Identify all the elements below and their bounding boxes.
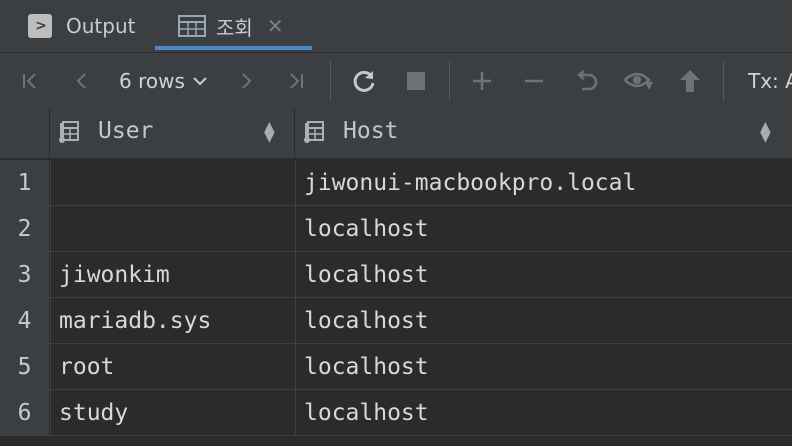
- row-number: 5: [0, 344, 49, 389]
- row-number: 4: [0, 298, 49, 343]
- first-page-button[interactable]: [16, 53, 44, 108]
- cell-user[interactable]: jiwonkim: [50, 252, 295, 297]
- terminal-icon: >: [28, 14, 52, 38]
- submit-button[interactable]: [674, 53, 706, 108]
- table-row[interactable]: 5 root localhost: [0, 344, 792, 390]
- delete-row-button[interactable]: [518, 53, 550, 108]
- stop-icon: [407, 71, 425, 90]
- cell-host[interactable]: localhost: [295, 344, 792, 389]
- active-tab-indicator: [155, 46, 312, 50]
- preview-changes-button[interactable]: [620, 53, 658, 108]
- row-number: 3: [0, 252, 49, 297]
- toolbar: 6 rows Tx: A: [0, 53, 792, 109]
- tx-mode-dropdown[interactable]: Tx: A: [748, 53, 792, 108]
- last-page-button[interactable]: [282, 53, 310, 108]
- rows-label: 6 rows: [119, 68, 185, 93]
- first-page-icon: [23, 72, 36, 89]
- column-name-host: Host: [343, 118, 399, 144]
- sort-icon[interactable]: ▲ ▼: [264, 120, 275, 144]
- cell-host[interactable]: localhost: [295, 298, 792, 343]
- next-page-button[interactable]: [232, 53, 260, 108]
- tab-bar: > Output 조회 ✕: [0, 0, 792, 53]
- column-name-user: User: [98, 118, 154, 144]
- row-number: 1: [0, 160, 49, 205]
- arrow-up-icon: [680, 69, 700, 92]
- column-header-host[interactable]: Host ▲ ▼: [295, 108, 792, 158]
- table-icon: [178, 15, 206, 37]
- column-header-user[interactable]: User ▲ ▼: [50, 108, 295, 158]
- cell-user[interactable]: study: [50, 390, 295, 435]
- row-number: 6: [0, 390, 49, 435]
- chevron-down-icon: [193, 76, 207, 85]
- toolbar-separator: [330, 61, 331, 101]
- column-icon: [59, 121, 79, 143]
- row-number: 2: [0, 206, 49, 251]
- tab-result[interactable]: 조회 ✕: [178, 0, 284, 52]
- table-row[interactable]: 3 jiwonkim localhost: [0, 252, 792, 298]
- cell-user[interactable]: root: [50, 344, 295, 389]
- column-icon: [304, 121, 324, 143]
- refresh-button[interactable]: [348, 53, 380, 108]
- refresh-icon: [353, 70, 375, 92]
- cell-host[interactable]: localhost: [295, 206, 792, 251]
- table-row[interactable]: 6 study localhost: [0, 390, 792, 436]
- eye-icon: [623, 72, 653, 90]
- toolbar-separator: [723, 61, 724, 101]
- rows-dropdown[interactable]: 6 rows: [112, 53, 216, 108]
- cell-host[interactable]: localhost: [295, 390, 792, 435]
- table-row[interactable]: 1 jiwonui-macbookpro.local: [0, 160, 792, 206]
- chevron-right-icon: [242, 72, 252, 89]
- row-number-header: [0, 108, 50, 158]
- add-row-button[interactable]: [466, 53, 498, 108]
- revert-button[interactable]: [570, 53, 604, 108]
- cell-host[interactable]: jiwonui-macbookpro.local: [295, 160, 792, 205]
- cell-host[interactable]: localhost: [295, 252, 792, 297]
- prev-page-button[interactable]: [68, 53, 96, 108]
- sort-icon[interactable]: ▲ ▼: [760, 120, 771, 144]
- tx-label: Tx: A: [748, 68, 792, 93]
- tab-output[interactable]: > Output: [28, 0, 135, 52]
- tab-result-label: 조회: [216, 15, 253, 40]
- cell-user[interactable]: [50, 160, 295, 205]
- close-icon[interactable]: ✕: [267, 14, 284, 38]
- cell-user[interactable]: mariadb.sys: [50, 298, 295, 343]
- plus-icon: [473, 71, 491, 90]
- last-page-icon: [290, 72, 303, 89]
- cell-user[interactable]: [50, 206, 295, 251]
- tab-output-label: Output: [66, 14, 136, 38]
- minus-icon: [525, 79, 543, 82]
- undo-icon: [576, 69, 598, 90]
- stop-button[interactable]: [400, 53, 432, 108]
- grid-footer: [0, 436, 792, 446]
- table-row[interactable]: 4 mariadb.sys localhost: [0, 298, 792, 344]
- toolbar-separator: [449, 61, 450, 101]
- chevron-left-icon: [76, 72, 86, 89]
- table-row[interactable]: 2 localhost: [0, 206, 792, 252]
